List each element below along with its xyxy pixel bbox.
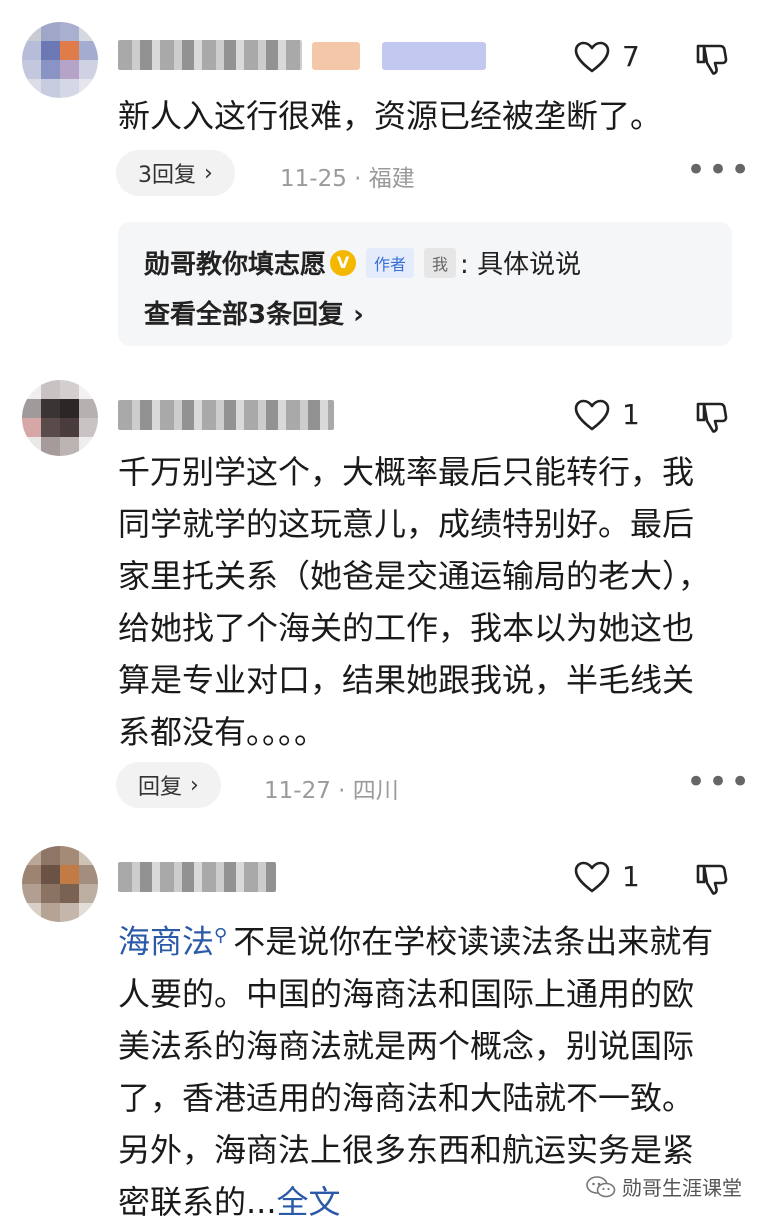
search-icon: ⚲ — [214, 925, 228, 946]
sub-reply-line: 勋哥教你填志愿 V 作者 我 : 具体说说 — [144, 244, 581, 281]
sub-reply-author[interactable]: 勋哥教你填志愿 — [144, 244, 326, 281]
comment-meta: 11-25 · 福建 — [280, 166, 415, 192]
sub-reply-text: : 具体说说 — [460, 250, 582, 280]
author-badge: 作者 — [366, 247, 415, 278]
username-blurred[interactable] — [118, 40, 302, 70]
heart-outline-icon — [574, 399, 610, 430]
heart-outline-icon — [574, 41, 610, 72]
watermark-text: 勋哥生涯课堂 — [622, 1176, 742, 1200]
heart-outline-icon — [574, 861, 610, 892]
comment-text: 新人入这行很难，资源已经被垄断了。 — [118, 97, 663, 135]
reply-label: 3回复 — [138, 163, 196, 188]
like-button[interactable]: 7 — [574, 40, 640, 73]
keyword-link[interactable]: 海商法 — [118, 923, 214, 961]
full-text-link[interactable]: 全文 — [277, 1183, 341, 1221]
dislike-button[interactable] — [694, 400, 728, 438]
thumbs-down-icon — [696, 44, 728, 75]
me-badge: 我 — [424, 247, 457, 278]
username-blurred[interactable] — [118, 400, 334, 430]
reply-button[interactable]: 3回复 › — [116, 150, 235, 196]
like-button[interactable]: 1 — [574, 860, 640, 893]
dislike-button[interactable] — [694, 862, 728, 900]
dislike-button[interactable] — [694, 42, 728, 80]
chevron-right-icon: › — [353, 300, 364, 330]
more-dots-icon[interactable]: ••• — [686, 762, 752, 802]
like-count: 7 — [622, 40, 640, 73]
like-count: 1 — [622, 860, 640, 893]
avatar[interactable] — [22, 846, 98, 922]
comment-meta: 11-27 · 四川 — [264, 778, 399, 804]
view-all-label: 查看全部3条回复 — [144, 300, 345, 330]
more-dots-icon[interactable]: ••• — [686, 150, 752, 190]
sub-reply-box[interactable]: 勋哥教你填志愿 V 作者 我 : 具体说说 查看全部3条回复 › — [118, 222, 732, 346]
thumbs-down-icon — [696, 864, 728, 895]
verified-icon: V — [330, 249, 357, 276]
avatar[interactable] — [22, 22, 98, 98]
like-button[interactable]: 1 — [574, 398, 640, 431]
watermark: 勋哥生涯课堂 — [586, 1172, 742, 1201]
reply-label: 回复 — [138, 775, 183, 800]
view-all-replies-link[interactable]: 查看全部3条回复 › — [144, 294, 364, 331]
like-count: 1 — [622, 398, 640, 431]
wechat-icon — [586, 1175, 616, 1197]
reply-button[interactable]: 回复 › — [116, 762, 221, 808]
user-tag-blurred — [312, 42, 360, 70]
thumbs-down-icon — [696, 402, 728, 433]
chevron-right-icon: › — [190, 772, 199, 798]
avatar[interactable] — [22, 380, 98, 456]
user-tag-blurred — [382, 42, 486, 70]
comment-text: 千万别学这个，大概率最后只能转行，我同学就学的这玩意儿，成绩特别好。最后家里托关… — [118, 453, 711, 751]
username-blurred[interactable] — [118, 862, 276, 892]
chevron-right-icon: › — [204, 160, 213, 186]
